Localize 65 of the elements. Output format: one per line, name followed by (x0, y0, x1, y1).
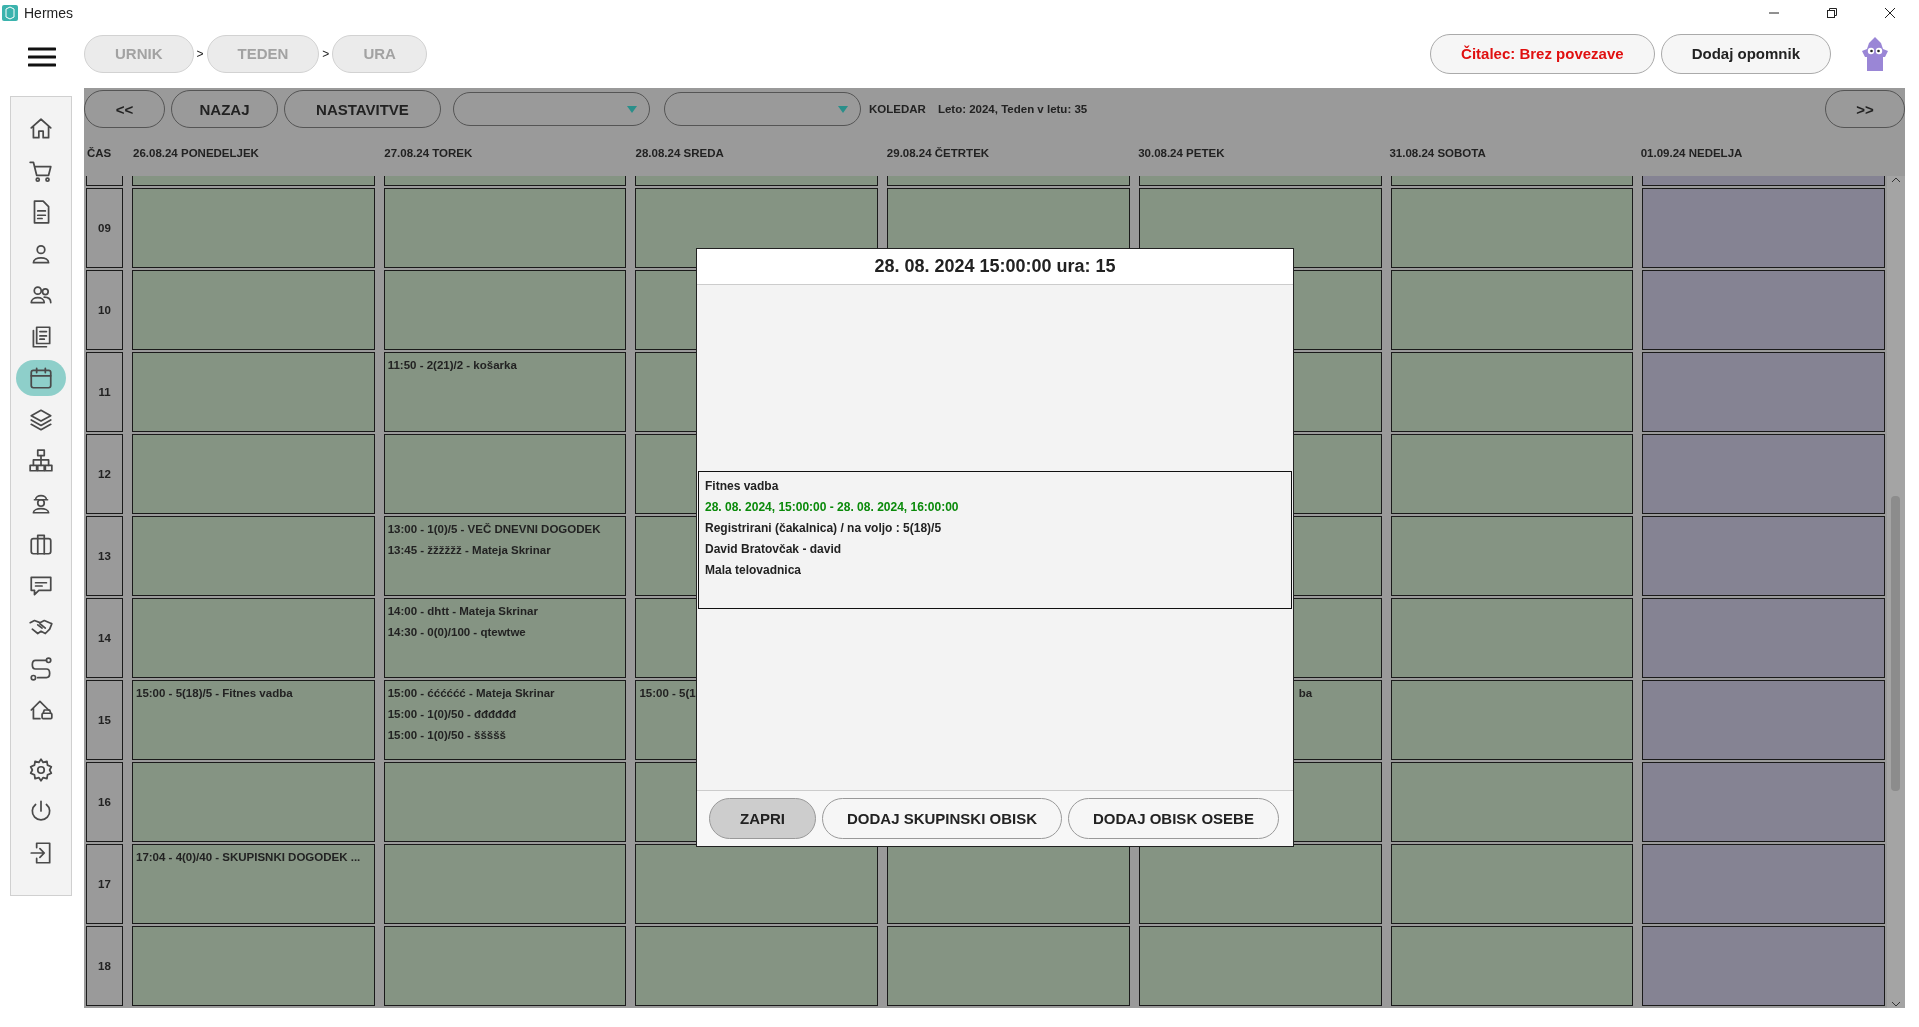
time-slot[interactable]: 14:00 - dhtt - Mateja Skrinar 14:30 - 0(0)/100 - qtewtwe (383, 598, 627, 678)
next-week-button[interactable]: >> (1825, 90, 1905, 128)
event-detail: David Bratovčak - david (705, 541, 843, 557)
scrollbar[interactable] (1887, 176, 1905, 1008)
event-name: Fitnes vadba (705, 478, 780, 494)
menu-icon[interactable] (28, 46, 56, 67)
event-detail: Mala telovadnica (705, 562, 803, 578)
hour-label: 17 (86, 844, 123, 924)
day-header: 29.08.24 ČETRTEK (885, 146, 991, 159)
time-slot[interactable] (635, 844, 879, 924)
day-header: 30.08.24 PETEK (1137, 146, 1226, 159)
event-entry[interactable]: 14:00 - dhtt - Mateja Skrinar (387, 603, 623, 619)
scroll-down-icon[interactable] (1891, 1000, 1901, 1008)
event-entry[interactable]: 15:00 - 1(0)/50 - ššššš (387, 727, 623, 743)
dropdown-caret-icon (627, 105, 637, 113)
event-entry[interactable]: 15:00 - 1(0)/50 - đđđđđđ (387, 706, 623, 722)
hour-label: 14 (86, 598, 123, 678)
day-header: 01.09.24 NEDELJA (1639, 146, 1744, 159)
event-entry[interactable]: 11:50 - 2(21)/2 - košarka (387, 357, 623, 373)
time-slot[interactable]: 15:00 - 5(18)/5 - Fitnes vadba (132, 680, 375, 760)
time-slot[interactable]: 17:04 - 4(0)/40 - SKUPISNKI DOGODEK ... (132, 844, 375, 924)
window-title: Hermes (24, 4, 73, 21)
week-info: Leto: 2024, Teden v letu: 35 (937, 103, 1088, 115)
calendar-label: KOLEDAR (869, 103, 926, 115)
day-header: 26.08.24 PONEDELJEK (132, 146, 260, 159)
day-header: 31.08.24 SOBOTA (1388, 146, 1487, 159)
close-button[interactable]: ZAPRI (709, 798, 816, 839)
reader-status-button[interactable]: Čitalec: Brez povezave (1430, 33, 1655, 74)
hour-label: 09 (86, 188, 123, 268)
hour-label: 10 (86, 270, 123, 350)
calendar-icon[interactable] (16, 360, 66, 396)
breadcrumb-separator: > (322, 46, 330, 61)
scrollbar-thumb[interactable] (1891, 496, 1900, 791)
event-entry[interactable]: 15:00 - 5(18)/5 - Fitnes vadba (136, 685, 371, 701)
hour-label: 18 (86, 926, 123, 1006)
scroll-up-icon[interactable] (1891, 176, 1901, 184)
hour-label: 11 (86, 352, 123, 432)
previous-week-button[interactable]: << (84, 90, 165, 128)
time-slot[interactable]: 15:00 - ćććććć - Mateja Skrinar 15:00 - 1(0)/50 - đđđđđđ 15:00 - 1(0)/50 - ššššš (383, 680, 627, 760)
breadcrumb-separator: > (196, 46, 204, 61)
hour-label: 16 (86, 762, 123, 842)
back-button[interactable]: NAZAJ (171, 90, 278, 128)
event-time: 28. 08. 2024, 15:00:00 - 28. 08. 2024, 16:00:00 (705, 499, 960, 515)
day-header: 28.08.24 SREDA (634, 146, 725, 159)
event-entry[interactable]: 17:04 - 4(0)/40 - SKUPISNKI DOGODEK ... (136, 849, 371, 865)
time-slot[interactable]: 11:50 - 2(21)/2 - košarka (383, 352, 627, 432)
event-detail: Registrirani (čakalnica) / na voljo : 5(18)/5 (705, 520, 943, 536)
reminder-button[interactable]: Dodaj opomnik (1660, 33, 1831, 74)
column-header: ČAS (86, 146, 113, 159)
hour-label: 13 (86, 516, 123, 596)
dialog-title: 28. 08. 2024 15:00:00 ura: 15 (697, 249, 1293, 285)
add-visit-button[interactable]: DODAJ OBISK OSEBE (1068, 798, 1279, 839)
add-visit-button[interactable]: DODAJ SKUPINSKI OBISK (822, 798, 1063, 839)
event-entry[interactable]: 13:00 - 1(0)/5 - VEČ DNEVNI DOGODEK (387, 521, 623, 537)
mascot-icon[interactable] (1861, 34, 1889, 73)
settings-button[interactable]: NASTAVITVE (284, 90, 441, 128)
event-entry[interactable]: 15:00 - ćććććć - Mateja Skrinar (387, 685, 623, 701)
day-header: 27.08.24 TOREK (383, 146, 474, 159)
hour-label: 12 (86, 434, 123, 514)
hour-label: 15 (86, 680, 123, 760)
time-slot[interactable]: 13:00 - 1(0)/5 - VEČ DNEVNI DOGODEK 13:45 - žžžžžž - Mateja Skrinar (383, 516, 627, 596)
dropdown-caret-icon (838, 105, 848, 113)
event-entry[interactable]: 13:45 - žžžžžž - Mateja Skrinar (387, 542, 623, 558)
event-entry[interactable]: 14:30 - 0(0)/100 - qtewtwe (387, 624, 623, 640)
time-slot[interactable] (887, 844, 1130, 924)
